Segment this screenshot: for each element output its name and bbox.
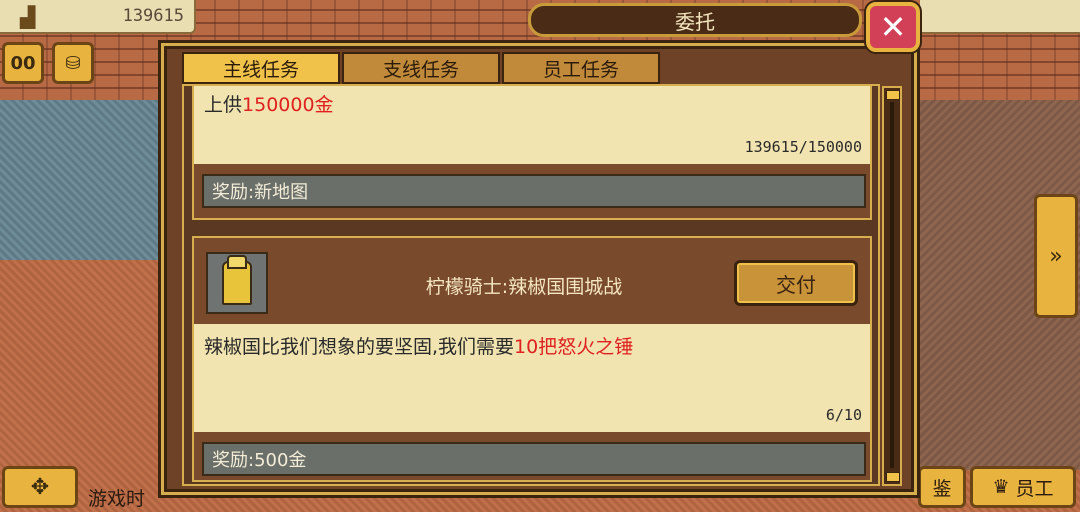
crown-icon: ♛	[992, 476, 1010, 498]
deliver-label: 交付	[776, 272, 816, 297]
side-expand-button[interactable]: »	[1034, 194, 1078, 318]
tab-label: 支线任务	[382, 58, 459, 81]
gold-value: 139615	[122, 6, 184, 26]
deliver-button[interactable]: 交付	[734, 260, 858, 306]
quest-description: 辣椒国比我们想象的要坚固,我们需要10把怒火之锤	[204, 336, 634, 358]
scroll-track	[890, 102, 894, 468]
quest-list[interactable]: 上供150000金 139615/150000 奖励:新地图 柠檬骑士:辣椒国围…	[182, 84, 880, 486]
quest-description-box: 辣椒国比我们想象的要坚固,我们需要10把怒火之锤 6/10	[194, 324, 870, 432]
tab-side-quests[interactable]: 支线任务	[342, 52, 500, 84]
coins-button[interactable]: ⛁	[52, 42, 94, 84]
top-right-panel	[920, 0, 1080, 34]
gold-counter: ▟ 139615	[0, 0, 196, 34]
tab-main-quests[interactable]: 主线任务	[182, 52, 340, 84]
tab-label: 员工任务	[542, 58, 619, 81]
dialog-title-bar: 委托	[528, 3, 862, 37]
move-button[interactable]: ✥	[2, 466, 78, 508]
quest-reward: 奖励:新地图	[202, 174, 866, 208]
quest-progress: 6/10	[825, 406, 862, 424]
quest-reward: 奖励:500金	[202, 442, 866, 476]
tab-label: 主线任务	[222, 58, 299, 81]
quest-description-box: 上供150000金 139615/150000	[194, 86, 870, 164]
quest-requirement: 10把怒火之锤	[514, 336, 634, 358]
pause-icon: 00	[10, 52, 36, 74]
staff-label: 员工	[1015, 477, 1054, 500]
buildings-icon: ▟	[20, 5, 36, 29]
coins-icon: ⛁	[65, 52, 81, 74]
quest-requirement: 150000金	[242, 94, 334, 116]
pause-button[interactable]: 00	[2, 42, 44, 84]
scroll-up-handle[interactable]	[886, 90, 900, 100]
quest-scrollbar[interactable]	[882, 86, 902, 486]
quest-card: 上供150000金 139615/150000 奖励:新地图	[192, 86, 872, 220]
play-time-label: 游戏时	[88, 488, 146, 510]
scroll-down-handle[interactable]	[886, 472, 900, 482]
quest-description: 上供150000金	[204, 94, 334, 116]
double-chevron-right-icon: »	[1049, 243, 1063, 269]
staff-button[interactable]: ♛ 员工	[970, 466, 1076, 508]
close-icon: ✕	[879, 8, 907, 46]
quest-tabs: 主线任务 支线任务 员工任务	[182, 52, 662, 84]
dialog-title: 委托	[675, 9, 715, 34]
water-tile-area	[0, 100, 160, 260]
quest-progress: 139615/150000	[744, 138, 862, 156]
tab-staff-quests[interactable]: 员工任务	[502, 52, 660, 84]
guide-label: 鉴	[932, 477, 952, 500]
guide-button[interactable]: 鉴	[918, 466, 966, 508]
dpad-icon: ✥	[30, 474, 50, 500]
quest-card: 柠檬骑士:辣椒国围城战 交付 辣椒国比我们想象的要坚固,我们需要10把怒火之锤 …	[192, 236, 872, 482]
close-button[interactable]: ✕	[866, 2, 920, 52]
